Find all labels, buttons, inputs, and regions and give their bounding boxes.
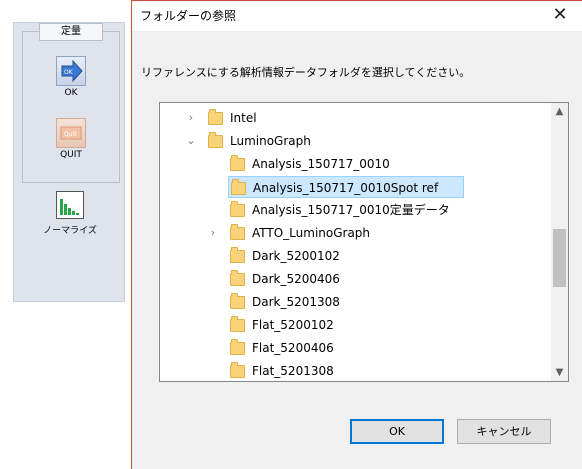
normalize-tool-label: ノーマライズ bbox=[43, 226, 97, 236]
tree-row[interactable]: ⌄ LuminoGraph bbox=[186, 130, 546, 152]
tree-row[interactable]: Dark_5201308 bbox=[228, 291, 568, 313]
browse-folder-dialog: フォルダーの参照 ✕ リファレンスにする解析情報データフォルダを選択してください… bbox=[131, 0, 582, 469]
tree-row-label: ATTO_LuminoGraph bbox=[252, 226, 371, 240]
folder-icon bbox=[230, 293, 245, 309]
tree-row-label: Dark_5200102 bbox=[252, 249, 340, 263]
svg-text:OK: OK bbox=[64, 69, 74, 76]
quantify-group-label: 定量 bbox=[39, 23, 103, 41]
quantify-group: 定量 OK OK Quit QUIT bbox=[22, 23, 120, 183]
ok-button[interactable]: OK bbox=[350, 419, 444, 444]
tree-row[interactable]: Dark_5200406 bbox=[228, 268, 568, 290]
tree-row-label: Flat_5200102 bbox=[252, 318, 334, 332]
folder-icon bbox=[230, 316, 245, 332]
tree-row[interactable]: › Intel bbox=[189, 107, 546, 129]
chevron-right-icon[interactable]: › bbox=[184, 107, 198, 129]
folder-icon bbox=[230, 362, 245, 378]
tree-scrollbar[interactable]: ▲ ▼ bbox=[551, 103, 568, 381]
tree-row-label: LuminoGraph bbox=[230, 134, 311, 148]
tree-row-label: Dark_5200406 bbox=[252, 272, 340, 286]
scroll-down-icon[interactable]: ▼ bbox=[551, 364, 568, 381]
folder-icon bbox=[208, 109, 223, 125]
folder-icon bbox=[230, 247, 245, 263]
tree-row[interactable]: › ATTO_LuminoGraph bbox=[211, 222, 568, 244]
tree-row[interactable]: Flat_5201308 bbox=[228, 360, 568, 381]
dialog-titlebar[interactable]: フォルダーの参照 ✕ bbox=[132, 1, 582, 31]
quit-tool-button[interactable]: Quit QUIT bbox=[48, 118, 94, 170]
tree-row[interactable]: Flat_5200102 bbox=[228, 314, 568, 336]
tree-row[interactable]: Flat_5200406 bbox=[228, 337, 568, 359]
folder-icon bbox=[208, 132, 223, 148]
app-toolbar-panel: 定量 OK OK Quit QUIT ノーマライズ bbox=[13, 22, 125, 302]
close-icon[interactable]: ✕ bbox=[548, 3, 572, 27]
folder-icon bbox=[230, 155, 245, 171]
tree-row[interactable]: Dark_5200102 bbox=[228, 245, 568, 267]
dialog-title: フォルダーの参照 bbox=[140, 9, 237, 23]
tree-row-label: Analysis_150717_0010Spot ref bbox=[253, 181, 439, 195]
tree-row-label: Intel bbox=[230, 111, 257, 125]
normalize-tool-button[interactable]: ノーマライズ bbox=[40, 191, 100, 236]
folder-icon bbox=[230, 270, 245, 286]
folder-icon bbox=[231, 179, 246, 195]
ok-tool-button[interactable]: OK OK bbox=[48, 56, 94, 108]
chevron-down-icon[interactable]: ⌄ bbox=[184, 130, 198, 152]
quit-icon: Quit bbox=[56, 118, 86, 148]
svg-text:Quit: Quit bbox=[64, 131, 77, 138]
scroll-up-icon[interactable]: ▲ bbox=[551, 103, 568, 120]
tree-row-label: Flat_5200406 bbox=[252, 341, 334, 355]
tree-row-label: Dark_5201308 bbox=[252, 295, 340, 309]
ok-arrow-icon: OK bbox=[56, 56, 86, 86]
tree-row[interactable]: Analysis_150717_0010 bbox=[228, 153, 568, 175]
tree-row[interactable]: Analysis_150717_0010定量データ bbox=[228, 199, 568, 221]
dialog-instruction: リファレンスにする解析情報データフォルダを選択してください。 bbox=[141, 66, 471, 79]
tree-row-label: Analysis_150717_0010 bbox=[252, 157, 390, 171]
tree-row-label: Flat_5201308 bbox=[252, 364, 334, 378]
bar-chart-icon bbox=[56, 191, 84, 219]
scroll-thumb[interactable] bbox=[553, 229, 566, 287]
chevron-right-icon[interactable]: › bbox=[206, 222, 220, 244]
folder-icon bbox=[230, 224, 245, 240]
folder-icon bbox=[230, 201, 245, 217]
folder-tree[interactable]: Flat_5201308 Flat_5200406 Flat_5200102 Dark… bbox=[159, 102, 569, 382]
folder-icon bbox=[230, 339, 245, 355]
ok-tool-label: OK bbox=[64, 88, 78, 98]
quit-tool-label: QUIT bbox=[60, 150, 82, 160]
cancel-button[interactable]: キャンセル bbox=[457, 419, 551, 444]
tree-row-label: Analysis_150717_0010定量データ bbox=[252, 203, 450, 217]
tree-row[interactable]: Analysis_150717_0010Spot ref bbox=[228, 176, 464, 198]
